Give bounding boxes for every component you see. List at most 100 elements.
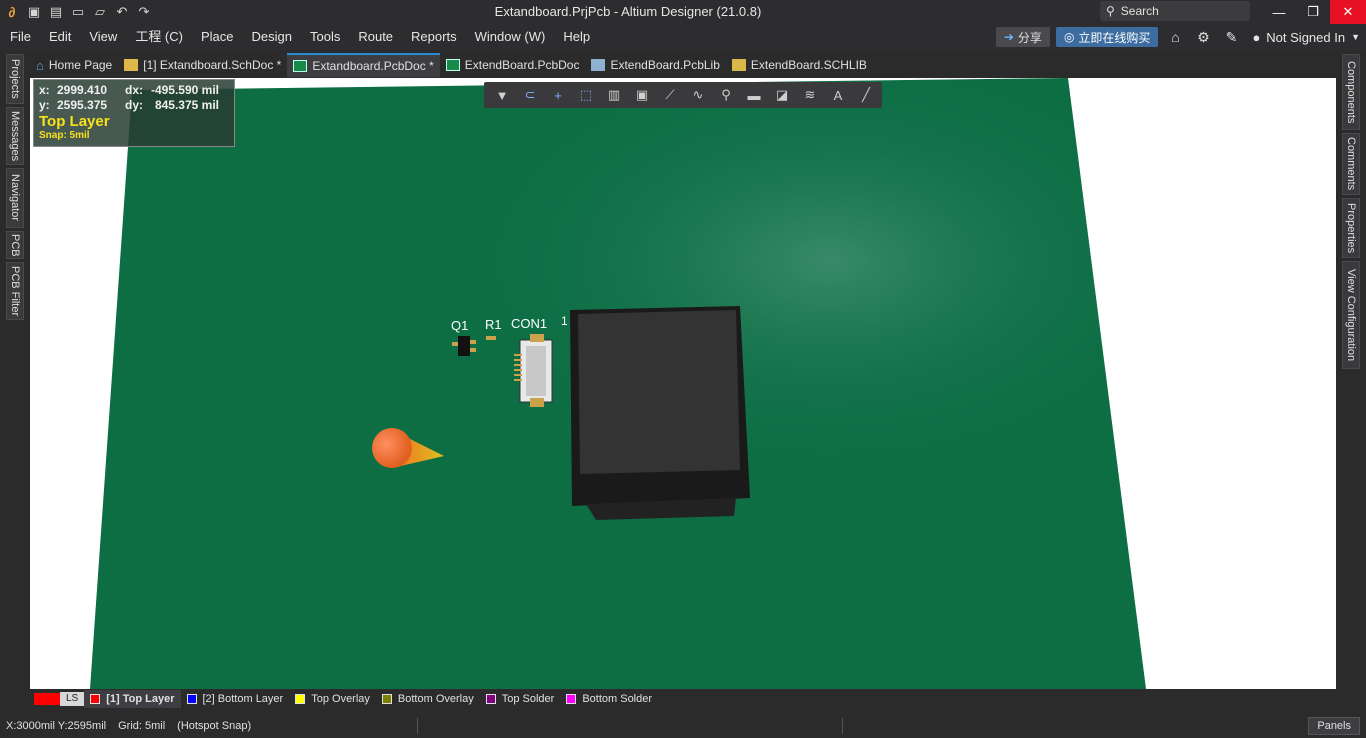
status-grid: Grid: 5mil [118,720,166,732]
hud-dx-label: dx: [125,83,143,97]
panel-tab-comments[interactable]: Comments [1342,133,1360,195]
menu-route[interactable]: Route [348,24,401,50]
tab-home-page[interactable]: ⌂ Home Page [30,53,118,77]
tab-pcbdoc-active[interactable]: Extandboard.PcbDoc * [287,53,440,77]
active-bar-toolbar: ▼ ⊂ + ⬚ ▥ ▣ ⟋ ∿ ⚲ ▬ ◪ ≋ A ╱ [484,82,882,108]
menu-file[interactable]: File [0,24,39,50]
place-text-icon[interactable]: A [824,84,852,106]
panel-tab-pcb[interactable]: PCB [6,231,24,259]
buy-online-button[interactable]: ◎ 立即在线购买 [1055,27,1159,47]
close-button[interactable]: ✕ [1330,0,1366,24]
menu-window[interactable]: Window (W) [465,24,554,50]
gear-icon[interactable]: ⚙ [1192,29,1214,46]
menu-place[interactable]: Place [191,24,242,50]
window-title: Extandboard.PrjPcb - Altium Designer (21… [494,4,762,19]
designator-q1: Q1 [451,318,469,333]
chevron-down-icon: ▼ [1351,32,1360,42]
layer-tab-bottom-overlay[interactable]: Bottom Overlay [376,690,480,708]
layer-tab-label: [1] Top Layer [106,693,175,705]
panel-tab-view-configuration[interactable]: View Configuration [1342,261,1360,369]
layer-tab-label: Bottom Solder [582,693,653,705]
select-rect-icon[interactable]: ⬚ [572,84,600,106]
layer-tab-bottom-layer[interactable]: [2] Bottom Layer [181,690,290,708]
right-panel-strip: Components Comments Properties View Conf… [1336,50,1366,690]
buy-label: 立即在线购买 [1078,30,1151,45]
menu-help[interactable]: Help [553,24,598,50]
hud-dy-label: dy: [125,98,143,112]
designator-r1: R1 [485,317,502,332]
notifications-off-icon[interactable]: ✎ [1220,29,1242,46]
layer-color-swatch [485,694,496,704]
share-arrow-icon: ➔ [1003,30,1014,44]
hud-current-layer: Top Layer [39,113,110,130]
tab-extendboard-pcbdoc[interactable]: ExtendBoard.PcbDoc [440,53,586,77]
panel-tab-navigator[interactable]: Navigator [6,168,24,228]
share-button[interactable]: ➔ 分享 [995,27,1050,47]
panel-tab-properties[interactable]: Properties [1342,198,1360,258]
panel-tab-pcb-filter[interactable]: PCB Filter [6,262,24,320]
search-input[interactable]: ⚲ Search [1100,1,1250,21]
route-icon[interactable]: ⟋ [656,84,684,106]
layer-tab-label: Top Solder [501,693,555,705]
status-position: X:3000mil Y:2595mil [6,720,107,732]
maximize-button[interactable]: ❐ [1296,0,1330,24]
schematic-doc-icon [124,59,139,71]
layer-tab-label: Bottom Overlay [397,693,474,705]
pcb-board-view [90,78,1146,689]
menu-right-group: ➔ 分享 ◎ 立即在线购买 ⌂ ⚙ ✎ ● Not Signed In ▼ [995,24,1366,50]
align-icon[interactable]: ▥ [600,84,628,106]
menu-bar: File Edit View 工程 (C) Place Design Tools… [0,24,1366,50]
layer-tab-top-solder[interactable]: Top Solder [480,690,561,708]
pcb-doc-icon [445,59,460,71]
hud-dy-value: 845.375 mil [154,98,219,112]
hud-y-label: y: [39,98,50,112]
tune-length-icon[interactable]: ∿ [684,84,712,106]
tab-schlib[interactable]: ExtendBoard.SCHLIB [726,53,873,77]
account-menu[interactable]: ● Not Signed In ▼ [1248,30,1360,45]
menu-tools[interactable]: Tools [300,24,348,50]
menu-view[interactable]: View [79,24,125,50]
minimize-button[interactable]: — [1262,0,1296,24]
layer-color-swatch [295,694,306,704]
menu-edit[interactable]: Edit [39,24,79,50]
hud-dx-value: -495.590 mil [150,83,219,97]
pcb-3d-canvas[interactable]: Q1 R1 CON1 1 [30,78,1336,689]
place-via-icon[interactable]: ⚲ [712,84,740,106]
filter-icon[interactable]: ▼ [488,84,516,106]
status-divider [417,718,419,734]
home-icon[interactable]: ⌂ [1164,29,1186,45]
panels-button[interactable]: Panels [1308,717,1360,735]
menu-project[interactable]: 工程 (C) [125,24,191,50]
layer-color-swatch [566,694,577,704]
buy-icon: ◎ [1063,30,1075,44]
tab-schdoc[interactable]: [1] Extandboard.SchDoc * [118,53,287,77]
tab-label: Home Page [48,58,113,72]
dimension-icon[interactable]: ≋ [796,84,824,106]
layer-tab-top-layer[interactable]: [1] Top Layer [84,690,181,708]
status-bar: X:3000mil Y:2595mil Grid: 5mil (Hotspot … [0,714,1366,738]
tab-label: ExtendBoard.PcbLib [610,58,720,72]
layer-tab-label: Top Overlay [311,693,370,705]
status-divider [842,718,844,734]
select-connection-icon[interactable]: ⊂ [516,84,544,106]
panel-tab-components[interactable]: Components [1342,54,1360,130]
place-fill-icon[interactable]: ▬ [740,84,768,106]
place-region-icon[interactable]: ◪ [768,84,796,106]
menu-design[interactable]: Design [242,24,300,50]
place-line-icon[interactable]: ╱ [852,84,880,106]
tab-label: ExtendBoard.PcbDoc [464,58,580,72]
tab-label: [1] Extandboard.SchDoc * [143,58,282,72]
share-label: 分享 [1017,30,1042,45]
layer-color-swatch [90,694,101,704]
layer-tab-top-overlay[interactable]: Top Overlay [289,690,376,708]
layer-set-swatch [34,693,60,705]
tab-pcblib[interactable]: ExtendBoard.PcbLib [585,53,725,77]
crosshair-icon[interactable]: + [544,84,572,106]
layer-tab-bottom-solder[interactable]: Bottom Solder [560,690,658,708]
menu-reports[interactable]: Reports [401,24,465,50]
panel-tab-projects[interactable]: Projects [6,54,24,104]
place-component-icon[interactable]: ▣ [628,84,656,106]
panel-tab-messages[interactable]: Messages [6,107,24,165]
layer-set-button[interactable]: LS [34,691,85,707]
document-tabs: ⌂ Home Page [1] Extandboard.SchDoc * Ext… [30,52,1336,78]
